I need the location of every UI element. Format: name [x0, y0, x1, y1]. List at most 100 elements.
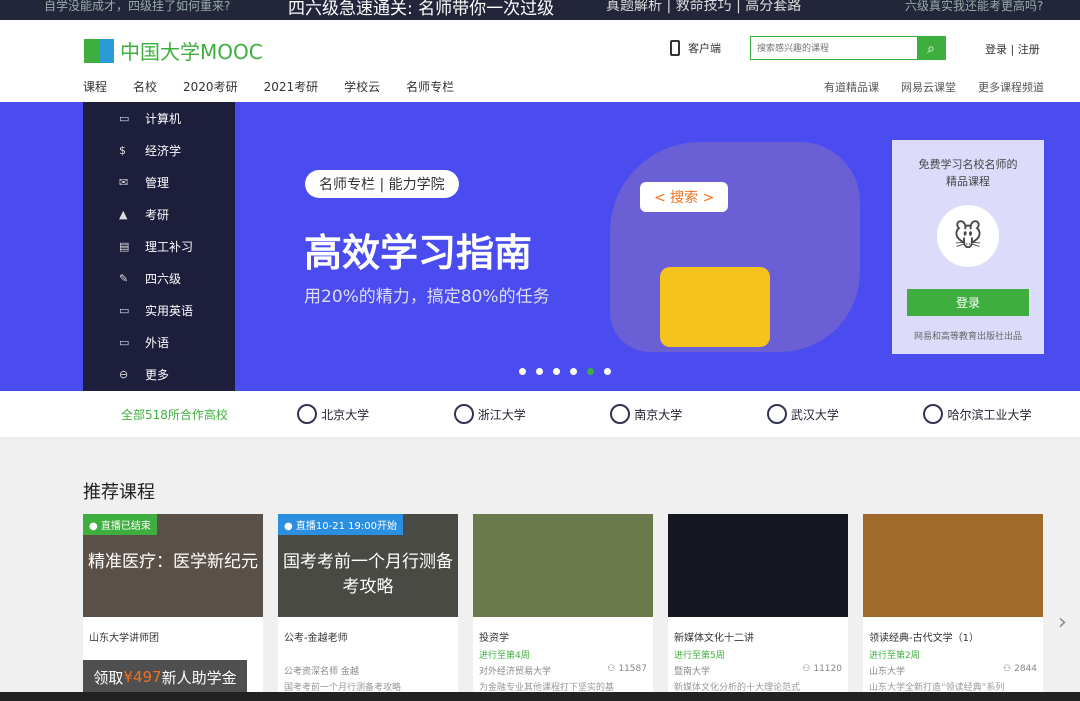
ad-title: 四六级急速通关: 名师带你一次过级: [288, 0, 554, 19]
login-card: 免费学习名校名师的精品课程 🐭 登录 网易和高等教育出版社出品: [892, 140, 1044, 354]
course-school: 暨南大学: [674, 664, 710, 677]
category-icon: $: [119, 144, 131, 157]
search-box: ⌕: [750, 36, 946, 60]
category-icon: ▭: [119, 336, 131, 349]
enroll-count-value: 2844: [1014, 664, 1037, 674]
nav-item[interactable]: 2021考研: [264, 78, 319, 95]
nav-item[interactable]: 课程: [83, 78, 107, 95]
thumbnail-title: 精准医疗：医学新纪元: [83, 550, 263, 575]
client-label: 客户端: [688, 40, 721, 56]
all-schools-link[interactable]: 全部518所合作高校: [121, 406, 297, 423]
search-bubble: < 搜索 >: [640, 182, 728, 212]
category-label: 四六级: [145, 270, 181, 287]
main-nav: 课程 名校 2020考研 2021考研 学校云 名师专栏: [83, 78, 454, 95]
mascot-avatar: 🐭: [937, 205, 999, 267]
logo-text: 中国大学MOOC: [120, 36, 263, 65]
course-card[interactable]: 新媒体文化十二讲进行至第5周暨南大学⚇ 11120新媒体文化分析的十大理论范式: [668, 514, 848, 694]
client-download[interactable]: 客户端: [670, 40, 721, 56]
course-thumbnail: [668, 514, 848, 617]
school-logo[interactable]: 北京大学: [297, 404, 454, 424]
ad-text-left: 自学没能成才，四级挂了如何重来?: [44, 0, 230, 14]
nav-item[interactable]: 名师专栏: [406, 78, 454, 95]
course-thumbnail: ● 直播10-21 19:00开始国考考前一个月行测备考攻略: [278, 514, 458, 617]
course-school: 公考资深名师 金越: [284, 664, 359, 677]
school-emblem-icon: [454, 404, 474, 424]
category-item[interactable]: ⊖ 更多: [83, 358, 235, 390]
category-item[interactable]: $经济学: [83, 134, 235, 166]
category-item[interactable]: ▭计算机: [83, 102, 235, 134]
search-button[interactable]: ⌕: [917, 37, 945, 59]
school-name: 武汉大学: [791, 406, 839, 423]
carousel-dot[interactable]: [604, 368, 611, 375]
category-item[interactable]: ▤理工补习: [83, 230, 235, 262]
school-logo[interactable]: 浙江大学: [454, 404, 611, 424]
logo-icon: [84, 39, 114, 63]
carousel-dot[interactable]: [536, 368, 543, 375]
thumbnail-title: 国考考前一个月行测备考攻略: [278, 550, 458, 600]
carousel-dot[interactable]: [553, 368, 560, 375]
course-progress: 进行至第2周: [863, 644, 1043, 661]
school-logo[interactable]: 哈尔滨工业大学: [923, 404, 1080, 424]
nav-item[interactable]: 名校: [133, 78, 157, 95]
category-icon: ⊖: [119, 368, 131, 381]
nav-right-item[interactable]: 更多课程频道: [978, 79, 1044, 95]
category-menu: ▭计算机$经济学✉管理▲考研▤理工补习 ✎ 四六级 ▭ 实用英语 ▭ 外语 ⊖ 更多: [83, 102, 235, 391]
school-logo[interactable]: 南京大学: [610, 404, 767, 424]
search-input[interactable]: [751, 37, 917, 59]
nav-right-item[interactable]: 网易云课堂: [901, 79, 956, 95]
course-card[interactable]: ● 直播10-21 19:00开始国考考前一个月行测备考攻略公考-金越老师公考资…: [278, 514, 458, 694]
carousel-dot-active[interactable]: [587, 368, 594, 375]
nav-item[interactable]: 学校云: [344, 78, 380, 95]
nav-item[interactable]: 2020考研: [183, 78, 238, 95]
promo-button[interactable]: 领取¥497新人助学金: [83, 660, 247, 694]
carousel-dot[interactable]: [519, 368, 526, 375]
partner-schools: 全部518所合作高校 北京大学 浙江大学 南京大学 武汉大学 哈尔滨工业大学: [0, 391, 1080, 437]
login-register-link[interactable]: 登录 | 注册: [985, 41, 1040, 57]
promo-amount: ¥497: [123, 668, 161, 686]
live-badge: ● 直播10-21 19:00开始: [278, 514, 403, 535]
nav-right-item[interactable]: 有道精品课: [824, 79, 879, 95]
category-label: 外语: [145, 334, 169, 351]
school-name: 南京大学: [634, 406, 682, 423]
enroll-count-value: 11587: [618, 664, 647, 674]
course-school: 山东大学: [869, 664, 905, 677]
category-item[interactable]: ✉管理: [83, 166, 235, 198]
school-emblem-icon: [610, 404, 630, 424]
category-item[interactable]: ▭ 实用英语: [83, 294, 235, 326]
search-icon: ⌕: [927, 40, 935, 56]
course-card[interactable]: 领读经典-古代文学（1）进行至第2周山东大学⚇ 2844山东大学全新打造“领读经…: [863, 514, 1043, 694]
enroll-count-value: 11120: [813, 664, 842, 674]
category-icon: ✎: [119, 272, 131, 285]
section-title: 推荐课程: [83, 478, 155, 504]
school-logo[interactable]: 武汉大学: [767, 404, 924, 424]
course-progress: 进行至第5周: [668, 644, 848, 661]
login-card-text: 免费学习名校名师的: [892, 156, 1044, 173]
course-thumbnail: [473, 514, 653, 617]
ad-text-right: 六级真实我还能考更高吗?: [905, 0, 1043, 14]
school-emblem-icon: [767, 404, 787, 424]
top-ad-banner[interactable]: 自学没能成才，四级挂了如何重来? 四六级急速通关: 名师带你一次过级 真题解析 …: [0, 0, 1080, 20]
login-button[interactable]: 登录: [907, 289, 1029, 316]
category-label: 更多: [145, 366, 169, 383]
course-name: 山东大学讲师团: [83, 617, 263, 644]
carousel-dots: [519, 368, 611, 375]
logo[interactable]: 中国大学MOOC: [84, 36, 263, 65]
live-badge: ● 直播已结束: [83, 514, 157, 535]
course-card[interactable]: 投资学进行至第4周对外经济贸易大学⚇ 11587为金融专业其他课程打下坚实的基: [473, 514, 653, 694]
phone-icon: [670, 40, 680, 56]
category-icon: ▤: [119, 240, 131, 253]
ad-points: 真题解析 | 救命技巧 | 高分套路: [606, 0, 801, 15]
category-label: 实用英语: [145, 302, 193, 319]
course-name: 领读经典-古代文学（1）: [863, 617, 1043, 644]
school-name: 哈尔滨工业大学: [947, 406, 1031, 423]
banner-subtitle: 用20%的精力，搞定80%的任务: [304, 282, 550, 307]
category-item[interactable]: ▲考研: [83, 198, 235, 230]
carousel-dot[interactable]: [570, 368, 577, 375]
category-icon: ▭: [119, 304, 131, 317]
login-card-text: 精品课程: [892, 173, 1044, 190]
category-item[interactable]: ✎ 四六级: [83, 262, 235, 294]
category-label: 管理: [145, 174, 169, 191]
category-item[interactable]: ▭ 外语: [83, 326, 235, 358]
hero-banner[interactable]: ▭计算机$经济学✉管理▲考研▤理工补习 ✎ 四六级 ▭ 实用英语 ▭ 外语 ⊖ 更多 < 搜索 …: [0, 102, 1080, 391]
next-arrow-icon[interactable]: ›: [1058, 610, 1067, 635]
